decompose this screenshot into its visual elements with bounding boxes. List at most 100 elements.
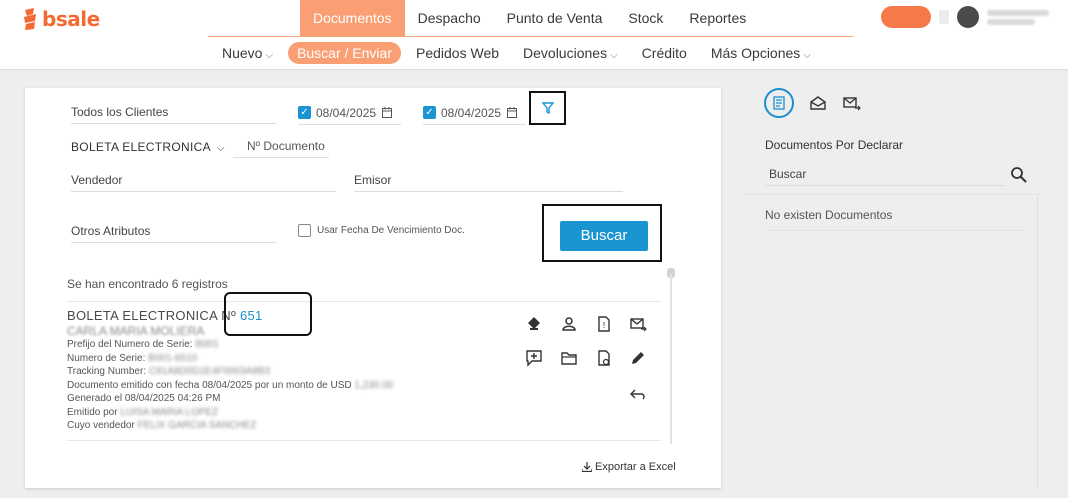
side-search-placeholder: Buscar — [769, 167, 807, 181]
use-due-date-label: Usar Fecha De Vencimiento Doc. — [317, 225, 465, 236]
serie-value: B001-6510 — [148, 352, 198, 364]
subtab-buscar-enviar[interactable]: Buscar / Enviar — [288, 42, 401, 64]
tab-despacho[interactable]: Despacho — [405, 0, 494, 36]
search-button[interactable]: Buscar — [560, 221, 648, 251]
top-navbar: bsale Documentos Despacho Punto de Venta… — [0, 0, 1068, 36]
other-attributes-placeholder: Otros Atributos — [71, 224, 151, 238]
add-note-icon[interactable] — [525, 349, 543, 367]
search-icon[interactable] — [1010, 166, 1028, 184]
main-tabs: Documentos Despacho Punto de Venta Stock… — [300, 0, 759, 36]
subbar-accent-line — [208, 36, 853, 37]
date-from-checkbox[interactable]: ✓ — [298, 106, 311, 120]
tab-punto-de-venta[interactable]: Punto de Venta — [494, 0, 616, 36]
calendar-icon[interactable] — [382, 107, 393, 119]
chevron-down-icon: ⌵ — [610, 50, 618, 61]
results-count: Se han encontrado 6 registros — [67, 277, 228, 291]
result-emitted-by: Emitido por LUISA MARIA LOPEZ — [67, 406, 507, 420]
svg-text:!: ! — [602, 321, 605, 330]
subtab-credito[interactable]: Crédito — [633, 42, 696, 64]
side-search-input[interactable]: Buscar — [765, 166, 1005, 186]
seller-label: Cuyo vendedor — [67, 420, 135, 431]
divider — [740, 194, 1040, 195]
user-info[interactable] — [987, 9, 1049, 25]
undo-icon[interactable] — [629, 385, 647, 403]
payment-icon[interactable] — [525, 315, 543, 333]
doc-type-select[interactable]: BOLETA ELECTRONICA ⌵ — [71, 140, 225, 154]
edit-icon[interactable] — [629, 349, 647, 367]
avatar[interactable] — [957, 6, 979, 28]
prefix-value: B001 — [195, 339, 219, 350]
tracking-label: Tracking Number: — [67, 366, 147, 377]
subtab-label: Crédito — [641, 45, 687, 61]
side-panel-title: Documentos Por Declarar — [765, 138, 904, 152]
subtab-nuevo[interactable]: Nuevo ⌵ — [213, 42, 282, 64]
sub-tabs: Nuevo ⌵ Buscar / Enviar Pedidos Web Devol… — [213, 42, 820, 64]
use-due-date-option[interactable]: Usar Fecha De Vencimiento Doc. — [298, 224, 465, 237]
receipt-icon — [773, 96, 785, 110]
notifications-icon[interactable] — [939, 10, 949, 24]
bsale-logo-icon — [24, 8, 36, 30]
side-tab-inbox[interactable] — [808, 94, 828, 112]
use-due-date-checkbox[interactable] — [298, 224, 311, 237]
result-tracking: Tracking Number: C91A8D0D1E4F0003A8B3 — [67, 365, 507, 379]
subtab-label: Nuevo — [222, 45, 263, 61]
subtab-mas-opciones[interactable]: Más Opciones ⌵ — [702, 42, 820, 64]
send-email-icon[interactable] — [629, 315, 647, 333]
tab-reportes[interactable]: Reportes — [676, 0, 759, 36]
folder-icon[interactable] — [560, 349, 578, 367]
subtab-devoluciones[interactable]: Devoluciones ⌵ — [514, 42, 627, 64]
client-select[interactable]: Todos los Clientes — [71, 105, 276, 124]
emitted-amount: 1,230.00 — [354, 379, 394, 391]
doc-type-value: BOLETA ELECTRONICA — [71, 140, 211, 154]
chevron-down-icon: ⌵ — [803, 50, 811, 61]
document-info-icon[interactable]: ! — [595, 315, 613, 333]
side-empty-message: No existen Documentos — [765, 208, 893, 222]
doc-number-highlight — [224, 292, 312, 336]
search-panel: Todos los Clientes ✓ 08/04/2025 ✓ 08/04/20… — [25, 88, 721, 488]
brand-name: bsale — [42, 7, 100, 31]
help-button[interactable] — [881, 6, 931, 28]
export-excel-link[interactable]: Exportar a Excel — [582, 461, 676, 473]
prefix-label: Prefijo del Numero de Serie: — [67, 339, 193, 350]
filter-button[interactable] — [529, 91, 566, 125]
emitted-by-value: LUISA MARIA LOPEZ — [120, 406, 219, 418]
user-icon[interactable] — [560, 315, 578, 333]
client-select-value: Todos los Clientes — [71, 105, 169, 119]
issuer-input[interactable]: Emisor — [354, 173, 623, 192]
emitted-by-label: Emitido por — [67, 406, 118, 418]
doc-number-placeholder: Nº Documento — [247, 139, 325, 153]
date-to-value: 08/04/2025 — [441, 105, 502, 120]
tab-stock[interactable]: Stock — [615, 0, 676, 36]
other-attributes-input[interactable]: Otros Atributos — [71, 224, 276, 243]
date-to-field[interactable]: ✓ 08/04/2025 — [423, 105, 526, 125]
result-prefix: Prefijo del Numero de Serie: B001 — [67, 338, 507, 352]
result-emitted: Documento emitido con fecha 08/04/2025 p… — [67, 379, 507, 393]
divider — [67, 301, 661, 302]
download-icon — [582, 462, 592, 472]
side-tab-send-mail[interactable] — [842, 94, 862, 112]
serie-label: Numero de Serie: — [67, 352, 146, 364]
calendar-icon[interactable] — [507, 107, 518, 119]
seller-input[interactable]: Vendedor — [71, 173, 336, 192]
chevron-down-icon: ⌵ — [265, 50, 274, 61]
filter-icon — [541, 102, 554, 114]
tab-documentos[interactable]: Documentos — [300, 0, 405, 36]
result-doc-type: BOLETA ELECTRONICA Nº — [67, 308, 237, 323]
subtab-label: Más Opciones — [710, 45, 801, 61]
brand-logo[interactable]: bsale — [22, 7, 100, 31]
subtab-pedidos-web[interactable]: Pedidos Web — [407, 42, 508, 64]
side-tab-pending[interactable] — [764, 88, 794, 118]
seller-placeholder: Vendedor — [71, 173, 123, 187]
date-from-field[interactable]: ✓ 08/04/2025 — [298, 105, 401, 125]
divider — [765, 230, 1027, 231]
scrollbar-track[interactable] — [670, 274, 672, 444]
doc-number-input[interactable]: Nº Documento — [233, 139, 329, 158]
document-settings-icon[interactable] — [595, 349, 613, 367]
export-excel-label: Exportar a Excel — [595, 461, 676, 473]
result-generated: Generado el 08/04/2025 04:26 PM — [67, 393, 221, 404]
result-serie: Numero de Serie: B001-6510 — [67, 352, 507, 366]
seller-value: FELIX GARCIA SANCHEZ — [137, 420, 257, 431]
date-to-checkbox[interactable]: ✓ — [423, 106, 436, 120]
sub-navbar: Nuevo ⌵ Buscar / Enviar Pedidos Web Devol… — [0, 36, 1068, 70]
subtab-label: Devoluciones — [523, 45, 608, 61]
